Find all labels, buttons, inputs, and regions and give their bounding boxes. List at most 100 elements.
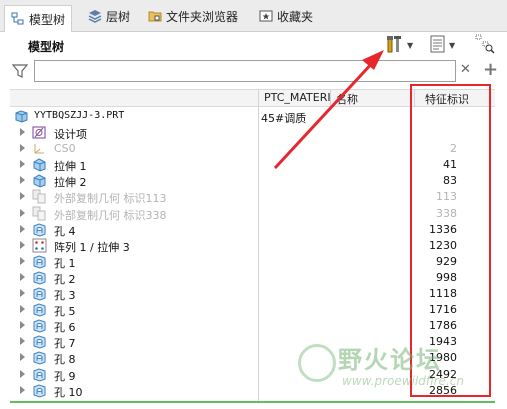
tree-header [10,89,495,107]
expand-arrow-icon[interactable] [20,385,25,394]
tree-row-name: 孔 10 [54,385,83,399]
hole-icon [32,302,47,317]
expand-arrow-icon[interactable] [20,256,25,265]
expand-arrow-icon[interactable] [20,289,25,297]
tree-row-feature-id: 1118 [429,287,457,300]
expand-arrow-icon[interactable] [20,176,25,185]
tree-row[interactable]: 外部复制几何 标识113 113 [0,189,495,205]
tree-row-feature-id: 1336 [429,222,457,236]
tree-row-feature-id: 2856 [429,383,457,397]
expand-arrow-icon[interactable] [20,240,25,249]
tree-row-name: 孔 1 [54,256,76,270]
hole-icon [32,383,47,398]
external-copy-geom-icon [32,206,47,221]
root-name: YYTBQSZJJ-3.PRT [34,110,125,121]
expand-arrow-icon[interactable] [20,321,25,330]
tree-filter-button[interactable] [475,34,495,56]
expand-arrow-icon[interactable] [20,208,25,217]
tree-row[interactable]: 孔 4 1336 [0,222,495,238]
column-header-feature-id[interactable]: 特征标识 [425,91,469,107]
column-header-material[interactable]: PTC_MATERI [264,91,331,104]
filter-icon [11,63,29,79]
tab-label: 层树 [106,9,131,24]
tree-row-feature-id: 83 [443,174,457,188]
tree-row-name: 孔 3 [54,289,76,302]
hole-icon [32,254,47,269]
tree-row-name: 孔 7 [54,337,76,351]
expand-arrow-icon[interactable] [20,353,25,362]
extrude-icon [32,157,47,172]
hole-icon [32,350,47,365]
status-line [10,401,495,403]
expand-arrow-icon[interactable] [20,272,25,281]
tab-label: 文件夹浏览器 [166,9,239,24]
design-item-icon [32,125,47,140]
tree-filter-icon [475,34,495,57]
hole-icon [32,222,47,237]
layer-tree-icon [88,9,102,23]
tree-row-name: 孔 9 [54,369,76,383]
column-divider [414,89,415,107]
tree-row-feature-id: 1943 [429,335,457,349]
tree-row-feature-id: 1230 [429,238,457,252]
tab-model-tree[interactable]: 模型树 [4,5,73,32]
expand-arrow-icon[interactable] [20,305,25,314]
tree-row-feature-id: 998 [436,270,457,284]
tree-row[interactable]: 孔 7 1943 [0,334,495,350]
tree-row-feature-id: 1786 [429,319,457,333]
tree-row[interactable]: 拉伸 2 83 [0,173,495,189]
tree-root-row[interactable]: YYTBQSZJJ-3.PRT 45#调质 [0,109,495,125]
chevron-down-icon: ▼ [449,40,456,50]
tree-row[interactable]: 孔 3 1118 [0,286,495,302]
tree-row[interactable]: CS0 2 [0,141,495,157]
coordinate-system-icon [32,141,47,156]
tree-row-feature-id: 2492 [429,367,457,381]
tree-row[interactable]: 孔 8 1980 [0,350,495,366]
panel-title: 模型树 [28,40,65,54]
tree-row[interactable]: 孔 9 2492 [0,367,495,383]
expand-arrow-icon[interactable] [20,160,25,169]
tree-row-name: 外部复制几何 标识113 [54,192,167,206]
tree-row-name: 孔 8 [54,353,76,367]
hole-icon [32,286,47,301]
tab-label: 模型树 [29,12,66,27]
extrude-icon [32,173,47,188]
tree-row-feature-id: 41 [443,158,457,172]
expand-arrow-icon[interactable] [20,224,25,233]
expand-arrow-icon[interactable] [20,369,25,378]
panel-tab-bar: 模型树 层树 文件夹浏览器 收藏夹 [0,0,507,32]
tree-row-feature-id: 929 [436,254,457,268]
tree-row[interactable]: 孔 5 1716 [0,302,495,318]
tree-row[interactable]: 阵列 1 / 拉伸 3 1230 [0,238,495,254]
tree-row[interactable]: 孔 10 2856 [0,383,495,399]
tree-row[interactable]: 孔 1 929 [0,254,495,270]
tree-row[interactable]: 外部复制几何 标识338 338 [0,206,495,222]
tree-row[interactable]: 孔 6 1786 [0,318,495,334]
tree-row-name: 孔 5 [54,305,76,319]
tree-row-name: 拉伸 1 [54,160,87,174]
hole-icon [32,334,47,349]
tree-row-feature-id: 1980 [429,351,457,365]
external-copy-geom-icon [32,189,47,204]
list-view-icon [430,35,446,56]
tree-row-name: 孔 4 [54,224,76,238]
tree-row[interactable]: 拉伸 1 41 [0,157,495,173]
tree-row[interactable]: 孔 2 998 [0,270,495,286]
tab-folder-browser[interactable]: 文件夹浏览器 [144,5,242,27]
column-header-name[interactable]: 名称 [336,91,358,107]
tab-favorites[interactable]: 收藏夹 [255,5,317,27]
add-column-button[interactable]: + [483,59,498,80]
root-material: 45#调质 [261,112,307,125]
settings-tools-button[interactable]: ▼ [386,34,413,56]
expand-arrow-icon[interactable] [20,192,25,201]
clear-search-icon[interactable]: ✕ [460,62,471,77]
search-input[interactable] [34,60,456,82]
tab-layer-tree[interactable]: 层树 [84,5,134,27]
expand-arrow-icon[interactable] [20,337,25,346]
tree-row[interactable]: 设计项 [0,125,495,141]
show-options-button[interactable]: ▼ [430,34,455,56]
expand-arrow-icon[interactable] [20,128,25,136]
part-icon [14,109,29,124]
expand-arrow-icon[interactable] [20,144,25,153]
tree-row-feature-id: 113 [436,190,457,204]
